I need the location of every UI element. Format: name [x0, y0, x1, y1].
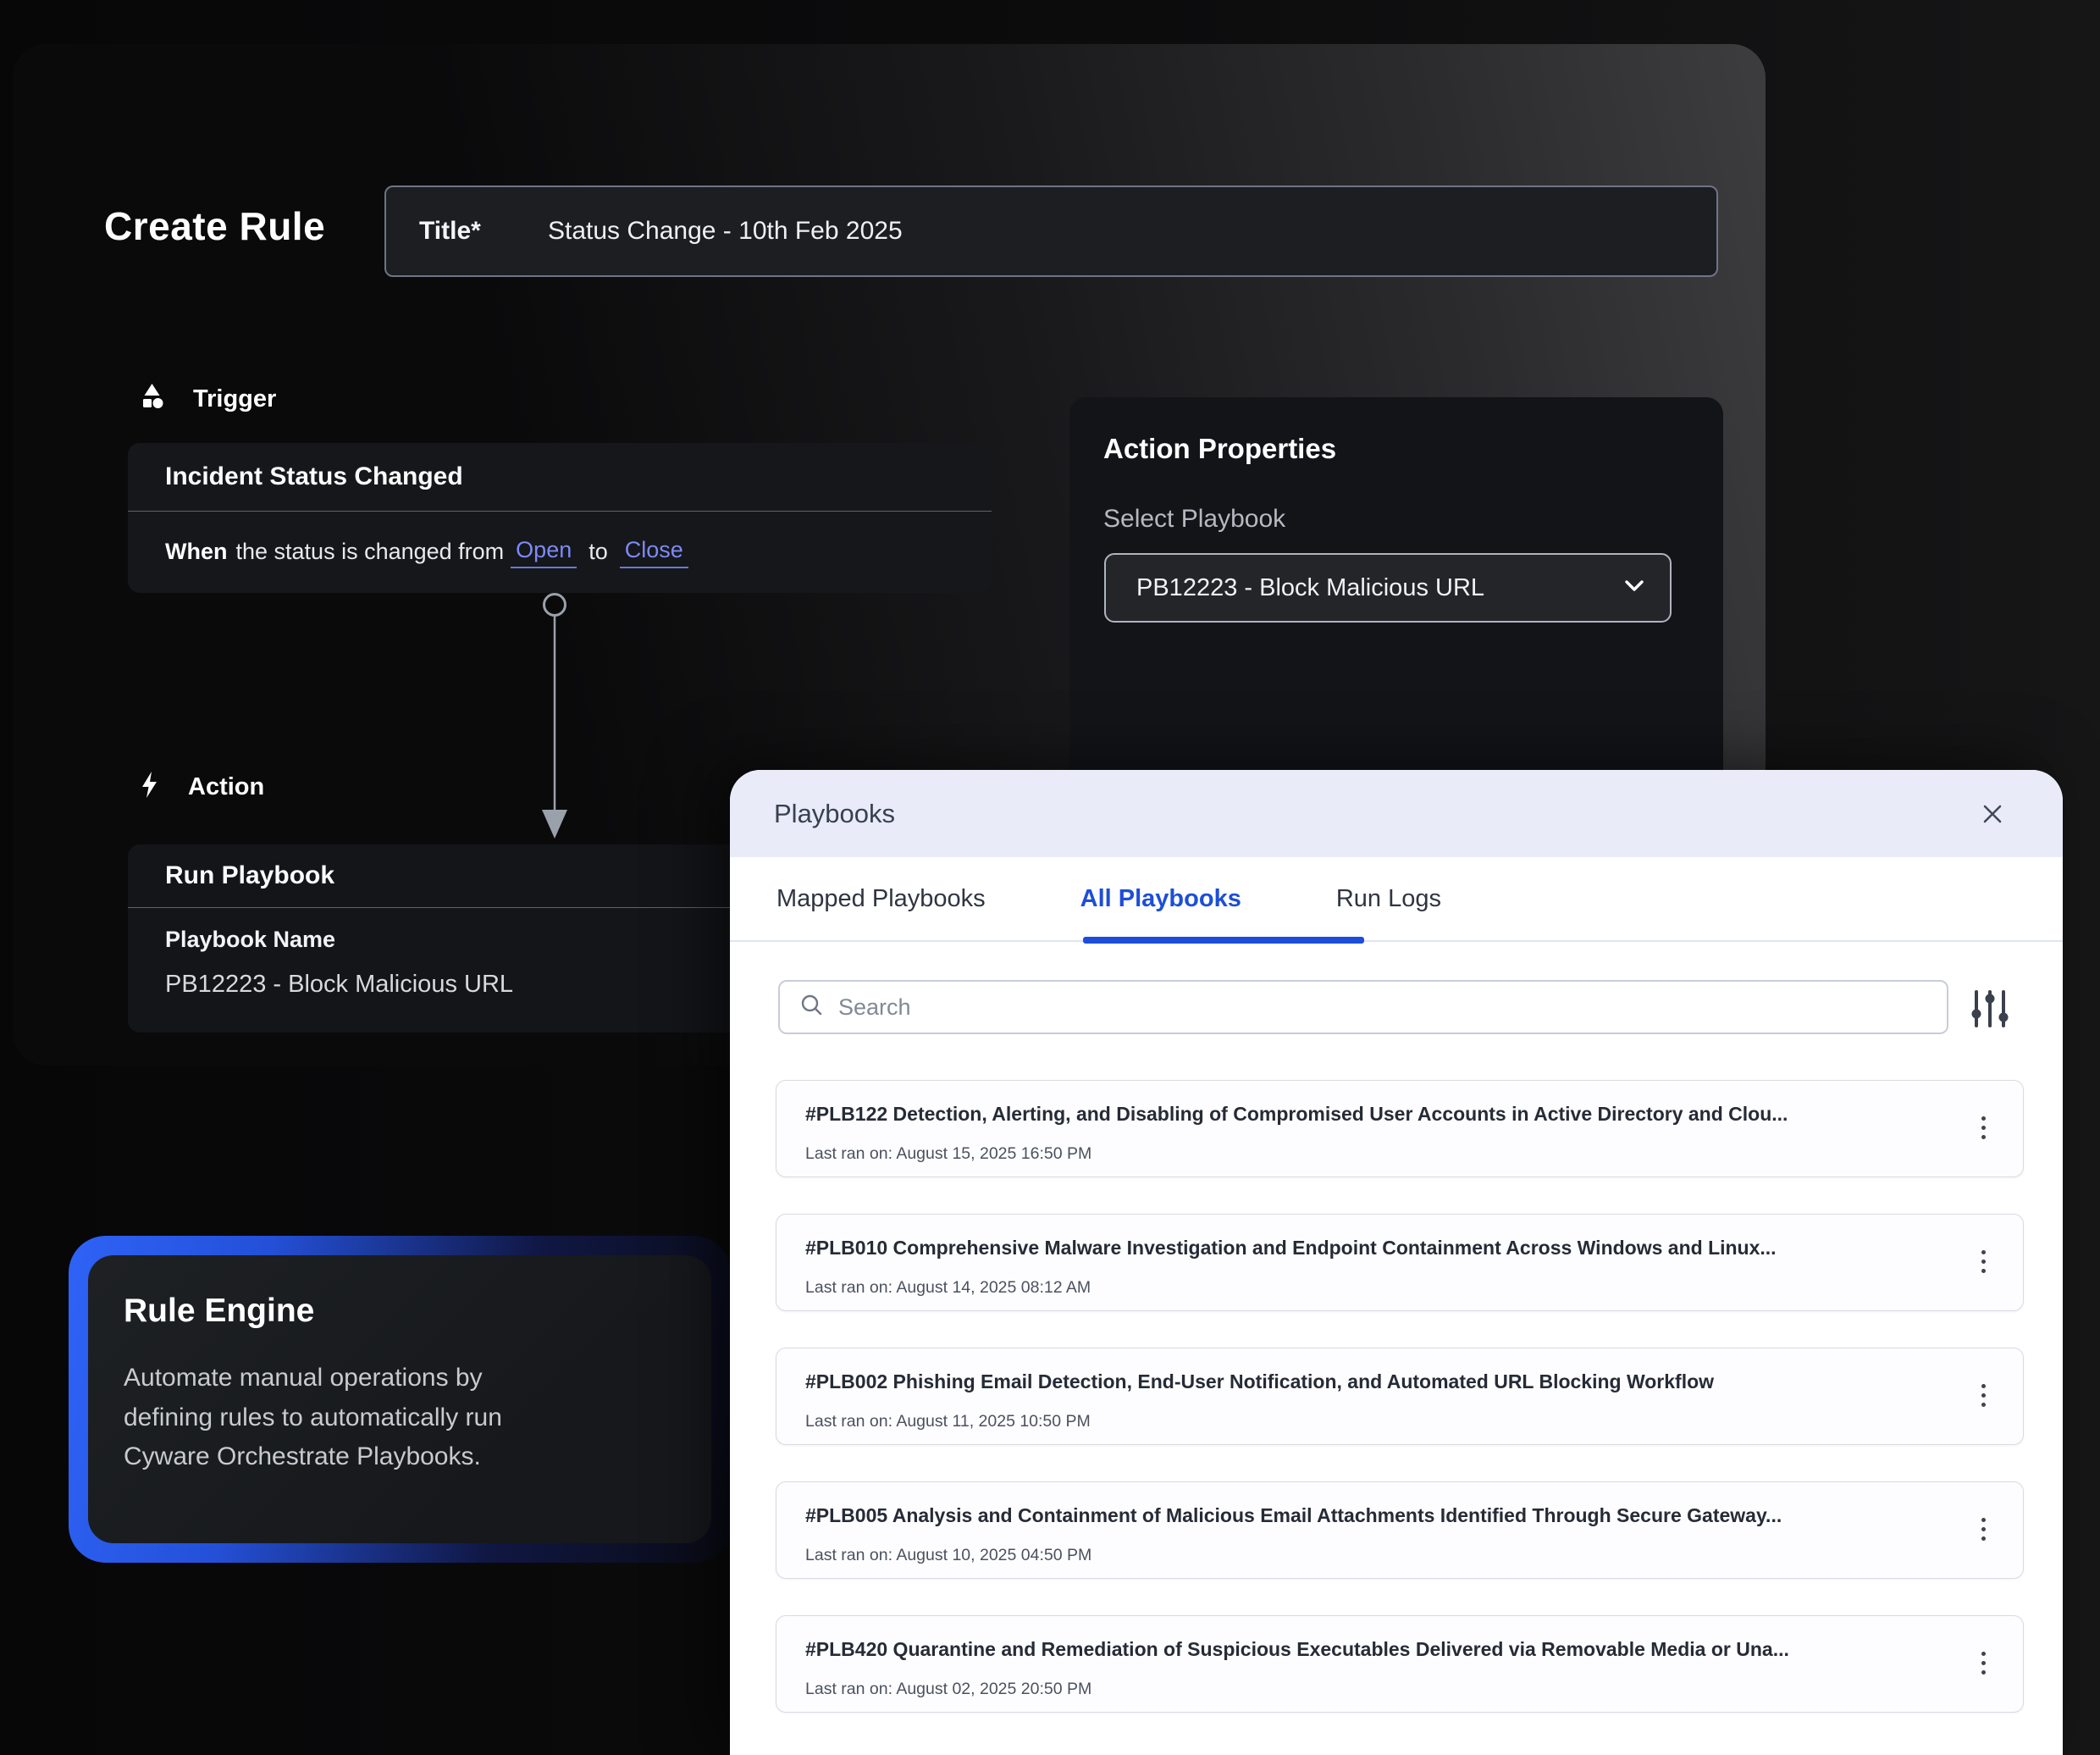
rule-engine-card: Rule Engine Automate manual operations b… — [69, 1236, 731, 1563]
title-input[interactable]: Title* Status Change - 10th Feb 2025 — [384, 185, 1718, 277]
chevron-down-icon — [1624, 579, 1644, 597]
condition-from-link[interactable]: Open — [511, 535, 577, 568]
kebab-icon[interactable] — [1976, 1111, 1991, 1144]
shapes-icon — [140, 383, 164, 415]
bolt-icon — [140, 771, 159, 803]
trigger-condition: When the status is changed from Open to … — [128, 512, 992, 591]
sliders-icon — [1969, 1022, 2011, 1035]
playbook-item-title: #PLB420 Quarantine and Remediation of Su… — [805, 1638, 1930, 1661]
playbooks-tabs: Mapped Playbooks All Playbooks Run Logs — [730, 857, 2063, 942]
title-input-value: Status Change - 10th Feb 2025 — [548, 217, 903, 246]
tab-all-playbooks[interactable]: All Playbooks — [1080, 885, 1241, 913]
active-tab-underline — [1083, 937, 1364, 944]
playbook-item-meta: Last ran on: August 15, 2025 16:50 PM — [805, 1144, 1930, 1164]
rule-engine-description: Automate manual operations by defining r… — [124, 1359, 676, 1477]
kebab-icon[interactable] — [1976, 1513, 1991, 1546]
action-section-label: Action — [140, 771, 264, 803]
trigger-card-header: Incident Status Changed — [128, 443, 992, 512]
action-properties-title: Action Properties — [1103, 433, 1689, 465]
trigger-section-title: Trigger — [193, 385, 276, 413]
playbook-list-item[interactable]: #PLB420 Quarantine and Remediation of Su… — [776, 1615, 2024, 1713]
playbooks-modal: Playbooks Mapped Playbooks All Playbooks… — [730, 770, 2063, 1755]
playbook-item-title: #PLB002 Phishing Email Detection, End-Us… — [805, 1370, 1930, 1393]
condition-when: When — [165, 539, 228, 565]
trigger-to-action-connector — [531, 591, 578, 845]
playbook-item-title: #PLB005 Analysis and Containment of Mali… — [805, 1504, 1930, 1527]
condition-to-text: to — [589, 539, 608, 565]
playbook-list-item[interactable]: #PLB002 Phishing Email Detection, End-Us… — [776, 1348, 2024, 1445]
condition-to-link[interactable]: Close — [620, 535, 688, 568]
search-icon — [800, 994, 823, 1021]
playbook-item-meta: Last ran on: August 02, 2025 20:50 PM — [805, 1680, 1930, 1699]
playbooks-modal-header: Playbooks — [730, 770, 2063, 857]
action-section-title: Action — [188, 773, 264, 801]
title-input-label: Title* — [419, 217, 548, 246]
playbook-item-meta: Last ran on: August 11, 2025 10:50 PM — [805, 1412, 1930, 1431]
search-input-wrapper — [778, 980, 1948, 1034]
select-playbook-label: Select Playbook — [1103, 505, 1689, 534]
kebab-icon[interactable] — [1976, 1245, 1991, 1278]
playbook-list-item[interactable]: #PLB122 Detection, Alerting, and Disabli… — [776, 1080, 2024, 1177]
close-icon — [1980, 817, 2005, 829]
tab-mapped-playbooks[interactable]: Mapped Playbooks — [776, 885, 986, 913]
search-input[interactable] — [837, 994, 1853, 1021]
playbook-select-value: PB12223 - Block Malicious URL — [1136, 574, 1484, 602]
playbook-item-title: #PLB122 Detection, Alerting, and Disabli… — [805, 1103, 1930, 1126]
trigger-section-label: Trigger — [140, 383, 276, 415]
playbook-select[interactable]: PB12223 - Block Malicious URL — [1104, 553, 1672, 623]
search-row — [778, 980, 2014, 1034]
playbook-item-title: #PLB010 Comprehensive Malware Investigat… — [805, 1237, 1930, 1260]
kebab-icon[interactable] — [1976, 1379, 1991, 1412]
playbook-item-meta: Last ran on: August 10, 2025 04:50 PM — [805, 1546, 1930, 1565]
playbook-list-item[interactable]: #PLB010 Comprehensive Malware Investigat… — [776, 1214, 2024, 1311]
playbooks-modal-title: Playbooks — [774, 799, 895, 829]
page-title: Create Rule — [104, 203, 325, 249]
condition-text: the status is changed from — [236, 539, 505, 565]
trigger-card-title: Incident Status Changed — [165, 462, 463, 491]
screen: Create Rule Title* Status Change - 10th … — [0, 0, 2100, 1755]
rule-engine-title: Rule Engine — [124, 1293, 676, 1330]
trigger-card[interactable]: Incident Status Changed When the status … — [128, 443, 992, 593]
filter-button[interactable] — [1965, 982, 2014, 1036]
run-playbook-title: Run Playbook — [165, 861, 334, 890]
rule-engine-inner: Rule Engine Automate manual operations b… — [88, 1255, 711, 1543]
playbook-list: #PLB122 Detection, Alerting, and Disabli… — [776, 1080, 2024, 1749]
close-button[interactable] — [1976, 798, 2009, 830]
tab-run-logs[interactable]: Run Logs — [1336, 885, 1441, 913]
kebab-icon[interactable] — [1976, 1647, 1991, 1680]
playbook-item-meta: Last ran on: August 14, 2025 08:12 AM — [805, 1278, 1930, 1298]
playbook-list-item[interactable]: #PLB005 Analysis and Containment of Mali… — [776, 1481, 2024, 1579]
